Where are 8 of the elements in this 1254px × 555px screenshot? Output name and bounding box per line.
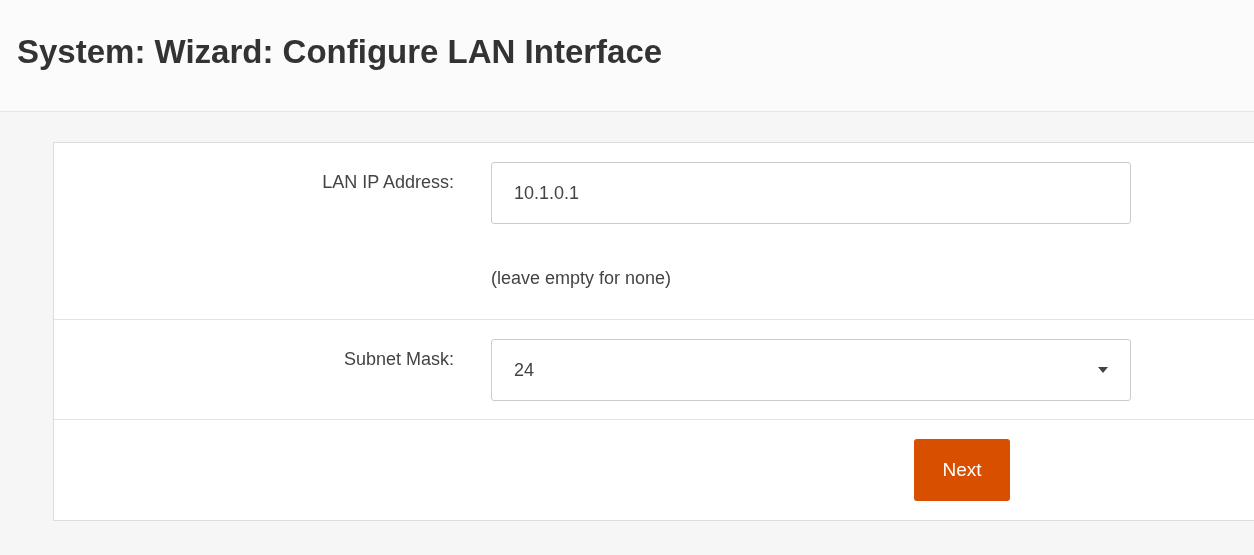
field-label: LAN IP Address: xyxy=(322,172,454,193)
page-title: System: Wizard: Configure LAN Interface xyxy=(17,32,663,72)
input-field[interactable]: 10.1.0.1 xyxy=(491,162,1131,224)
next-button[interactable]: Next xyxy=(914,439,1010,501)
select-field[interactable]: 24 xyxy=(491,339,1131,401)
field-hint: (leave empty for none) xyxy=(491,268,673,289)
caret-icon xyxy=(1098,367,1108,373)
field-label: Subnet Mask: xyxy=(343,349,454,370)
